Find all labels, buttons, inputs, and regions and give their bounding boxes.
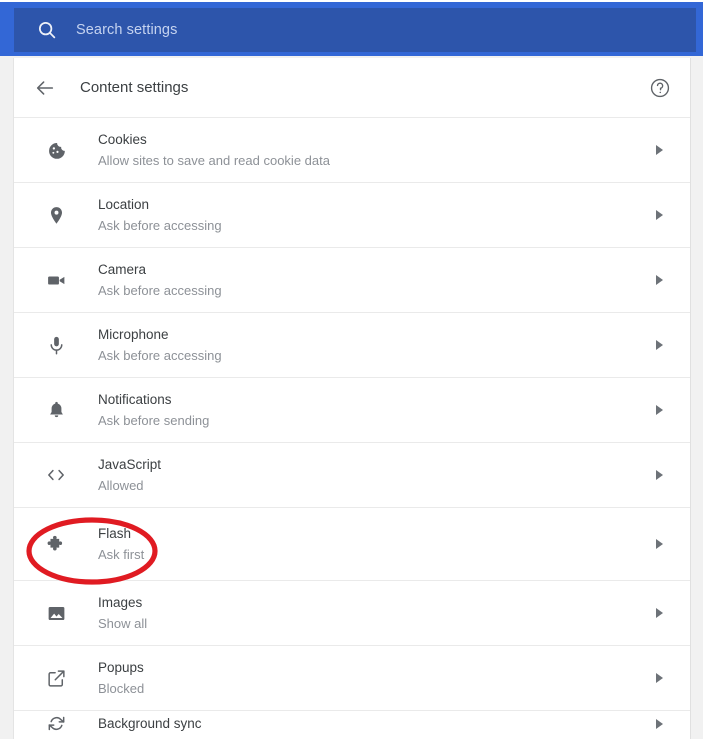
bell-icon — [44, 398, 68, 422]
search-placeholder-text: Search settings — [76, 22, 178, 38]
row-title: Notifications — [98, 392, 172, 407]
content-settings-card: Content settings Cookies Allow sites to … — [13, 58, 691, 739]
help-circle-icon[interactable] — [649, 77, 671, 99]
settings-row-popups[interactable]: Popups Blocked — [14, 645, 690, 710]
microphone-icon — [44, 333, 68, 357]
row-title: Location — [98, 197, 150, 212]
settings-row-javascript[interactable]: JavaScript Allowed — [14, 442, 690, 507]
code-brackets-icon — [44, 463, 68, 487]
chevron-right-icon[interactable] — [656, 673, 663, 683]
cookie-icon — [44, 138, 68, 162]
puzzle-piece-icon — [44, 532, 68, 556]
row-subtitle: Ask before accessing — [98, 283, 222, 298]
row-title: Camera — [98, 262, 147, 277]
row-text: Cookies Allow sites to save and read coo… — [98, 130, 330, 170]
settings-row-images[interactable]: Images Show all — [14, 580, 690, 645]
row-subtitle: Ask first — [98, 547, 145, 562]
row-subtitle: Show all — [98, 616, 148, 631]
row-subtitle: Blocked — [98, 681, 145, 696]
settings-row-cookies[interactable]: Cookies Allow sites to save and read coo… — [14, 117, 690, 182]
row-text: Flash Ask first — [98, 524, 144, 564]
chevron-right-icon[interactable] — [656, 275, 663, 285]
card-header: Content settings — [14, 58, 690, 117]
settings-row-microphone[interactable]: Microphone Ask before accessing — [14, 312, 690, 377]
settings-row-location[interactable]: Location Ask before accessing — [14, 182, 690, 247]
chevron-right-icon[interactable] — [656, 145, 663, 155]
row-title: Popups — [98, 660, 144, 675]
row-text: Popups Blocked — [98, 658, 144, 698]
camera-icon — [44, 268, 68, 292]
chevron-right-icon[interactable] — [656, 608, 663, 618]
row-text: Notifications Ask before sending — [98, 390, 209, 430]
row-text: Location Ask before accessing — [98, 195, 222, 235]
settings-list: Cookies Allow sites to save and read coo… — [14, 117, 690, 736]
row-subtitle: Allow sites to save and read cookie data — [98, 153, 330, 168]
chevron-right-icon[interactable] — [656, 539, 663, 549]
arrow-left-icon[interactable] — [32, 75, 58, 101]
search-icon — [36, 19, 58, 41]
row-text: Images Show all — [98, 593, 147, 633]
search-toolbar: Search settings — [0, 2, 703, 56]
row-title: JavaScript — [98, 457, 162, 472]
row-subtitle: Ask before sending — [98, 413, 210, 428]
chevron-right-icon[interactable] — [656, 405, 663, 415]
settings-row-background-sync[interactable]: Background sync — [14, 710, 690, 736]
row-title: Flash — [98, 526, 132, 541]
image-icon — [44, 601, 68, 625]
search-input[interactable]: Search settings — [14, 8, 696, 52]
row-text: Camera Ask before accessing — [98, 260, 222, 300]
page-title: Content settings — [80, 79, 189, 96]
row-title: Background sync — [98, 716, 202, 731]
chevron-right-icon[interactable] — [656, 470, 663, 480]
chevron-right-icon[interactable] — [656, 340, 663, 350]
row-text: JavaScript Allowed — [98, 455, 161, 495]
row-title: Images — [98, 595, 143, 610]
row-subtitle: Allowed — [98, 478, 144, 493]
settings-window: Search settings Content settings Cookies… — [0, 0, 703, 739]
settings-row-notifications[interactable]: Notifications Ask before sending — [14, 377, 690, 442]
row-text: Microphone Ask before accessing — [98, 325, 222, 365]
row-title: Cookies — [98, 132, 147, 147]
popup-window-icon — [44, 666, 68, 690]
settings-row-camera[interactable]: Camera Ask before accessing — [14, 247, 690, 312]
chevron-right-icon[interactable] — [656, 210, 663, 220]
row-title: Microphone — [98, 327, 169, 342]
sync-icon — [44, 712, 68, 736]
location-pin-icon — [44, 203, 68, 227]
row-subtitle: Ask before accessing — [98, 218, 222, 233]
chevron-right-icon[interactable] — [656, 718, 663, 729]
row-text: Background sync — [98, 714, 202, 733]
settings-row-flash[interactable]: Flash Ask first — [14, 507, 690, 580]
row-subtitle: Ask before accessing — [98, 348, 222, 363]
